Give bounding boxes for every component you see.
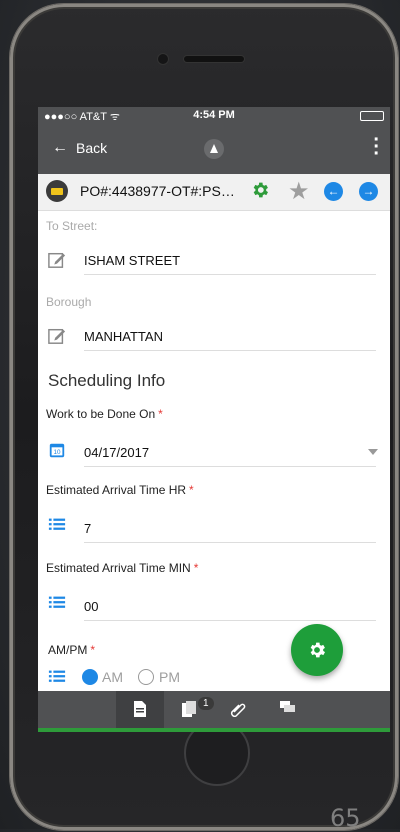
gear-icon <box>310 642 325 658</box>
list-icon <box>48 518 66 530</box>
list-icon <box>48 596 66 608</box>
radio-pm-label: PM <box>159 669 180 685</box>
required-mark: * <box>158 407 163 421</box>
list-icon <box>48 670 66 682</box>
back-button[interactable]: ← Back <box>52 139 107 157</box>
borough-field[interactable]: MANHATTAN <box>84 323 376 351</box>
truck-icon <box>46 180 68 202</box>
bottom-accent-line <box>38 728 390 732</box>
page-number: 65 <box>330 804 361 832</box>
app-screen: ●●●○○ AT&T ᯤ 4:54 PM ← Back · · · PO#:4438… <box>38 107 390 732</box>
star-icon[interactable]: ★ <box>288 177 310 206</box>
cone-icon <box>204 139 224 159</box>
radio-pm[interactable] <box>138 669 154 685</box>
chevron-down-icon[interactable] <box>368 449 378 455</box>
paperclip-icon[interactable] <box>230 701 246 717</box>
earpiece-speaker <box>184 56 244 62</box>
documents-icon[interactable] <box>182 701 198 717</box>
record-title: PO#:4438977-OT#:PS… <box>80 183 235 199</box>
document-icon[interactable] <box>134 701 146 717</box>
bottom-tab-bar: 1 <box>38 691 390 728</box>
radio-am-label: AM <box>102 669 123 685</box>
camera-dot <box>158 54 168 64</box>
gear-icon[interactable] <box>250 180 270 200</box>
arrival-hr-field[interactable]: 7 <box>84 515 376 543</box>
record-title-bar: PO#:4438977-OT#:PS… ★ ← → <box>38 174 390 211</box>
to-street-field[interactable]: ISHAM STREET <box>84 247 376 275</box>
kebab-icon[interactable]: · · · <box>373 130 380 164</box>
chat-icon[interactable] <box>280 701 296 715</box>
edit-icon <box>48 328 66 344</box>
ampm-label: AM/PM * <box>48 643 96 657</box>
documents-count-badge: 1 <box>198 697 214 710</box>
required-mark: * <box>90 643 96 657</box>
arrival-min-field[interactable]: 00 <box>84 593 376 621</box>
nav-bar: ← Back · · · <box>38 125 390 174</box>
required-mark: * <box>193 561 199 575</box>
arrival-hr-label: Estimated Arrival Time HR * <box>46 483 194 497</box>
settings-fab-button[interactable] <box>291 624 343 676</box>
status-bar: ●●●○○ AT&T ᯤ 4:54 PM <box>38 107 390 125</box>
section-title: Scheduling Info <box>48 371 166 390</box>
work-date-field[interactable]: 04/17/2017 <box>84 439 376 467</box>
to-street-label: To Street: <box>46 219 98 233</box>
arrow-left-icon: ← <box>52 139 68 156</box>
chevron-left-icon[interactable]: ← <box>324 182 343 201</box>
svg-text:10: 10 <box>53 449 61 456</box>
back-label: Back <box>76 140 108 156</box>
battery-icon <box>360 111 384 121</box>
work-date-label: Work to be Done On * <box>46 407 163 421</box>
borough-label: Borough <box>46 295 92 309</box>
radio-am[interactable] <box>82 669 98 685</box>
required-mark: * <box>189 483 194 497</box>
edit-icon <box>48 252 66 268</box>
arrival-min-label: Estimated Arrival Time MIN * <box>46 561 199 575</box>
chevron-right-icon[interactable]: → <box>359 182 378 201</box>
clock: 4:54 PM <box>193 109 235 121</box>
calendar-icon: 10 <box>49 443 65 458</box>
